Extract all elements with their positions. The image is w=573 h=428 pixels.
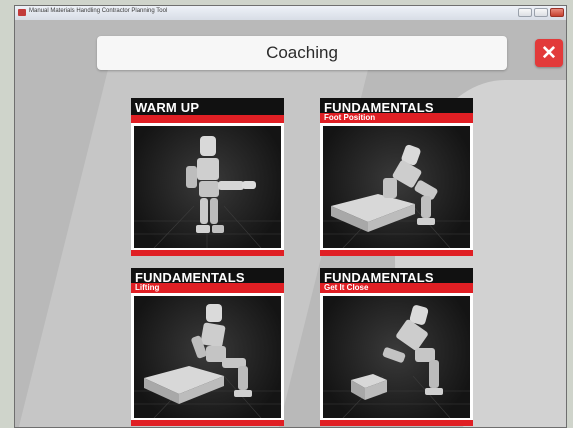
page-title: Coaching (266, 43, 338, 62)
card-image (134, 126, 281, 248)
app-icon (18, 9, 26, 16)
minimize-button[interactable] (518, 8, 532, 17)
card-subtitle: Get It Close (320, 283, 473, 293)
page-header: Coaching (97, 36, 507, 70)
card-image (134, 296, 281, 418)
close-icon: ✕ (541, 42, 557, 64)
close-button[interactable]: ✕ (535, 39, 563, 67)
card-subtitle: Foot Position (320, 113, 473, 123)
main-content: Coaching ✕ WARM UP FUNDAMENTALS Foot Pos… (15, 20, 566, 427)
window-titlebar[interactable]: Manual Materials Handling Contractor Pla… (15, 6, 566, 21)
card-header: FUNDAMENTALS Foot Position (320, 98, 473, 123)
card-footer (320, 250, 473, 256)
card-subtitle: Lifting (131, 283, 284, 293)
mannequin-standing-illustration (134, 136, 281, 248)
window-close-button[interactable] (550, 8, 564, 17)
card-subtitle (131, 115, 284, 123)
mannequin-lifting-illustration (134, 304, 281, 418)
mannequin-crouch-illustration (323, 144, 470, 248)
mannequin-get-it-close-illustration (323, 305, 470, 418)
card-footer (131, 250, 284, 256)
card-header: FUNDAMENTALS Lifting (131, 268, 284, 293)
card-title: WARM UP (135, 100, 200, 115)
coaching-card-warm-up[interactable]: WARM UP (131, 98, 284, 256)
coaching-card-lifting[interactable]: FUNDAMENTALS Lifting (131, 268, 284, 426)
app-window: Manual Materials Handling Contractor Pla… (14, 5, 567, 428)
coaching-card-foot-position[interactable]: FUNDAMENTALS Foot Position (320, 98, 473, 256)
card-image (323, 126, 470, 248)
window-controls (518, 8, 564, 17)
card-header: WARM UP (131, 98, 284, 123)
window-title: Manual Materials Handling Contractor Pla… (29, 8, 168, 14)
card-image (323, 296, 470, 418)
maximize-button[interactable] (534, 8, 548, 17)
card-footer (131, 420, 284, 426)
coaching-card-get-it-close[interactable]: FUNDAMENTALS Get It Close (320, 268, 473, 426)
card-footer (320, 420, 473, 426)
card-header: FUNDAMENTALS Get It Close (320, 268, 473, 293)
